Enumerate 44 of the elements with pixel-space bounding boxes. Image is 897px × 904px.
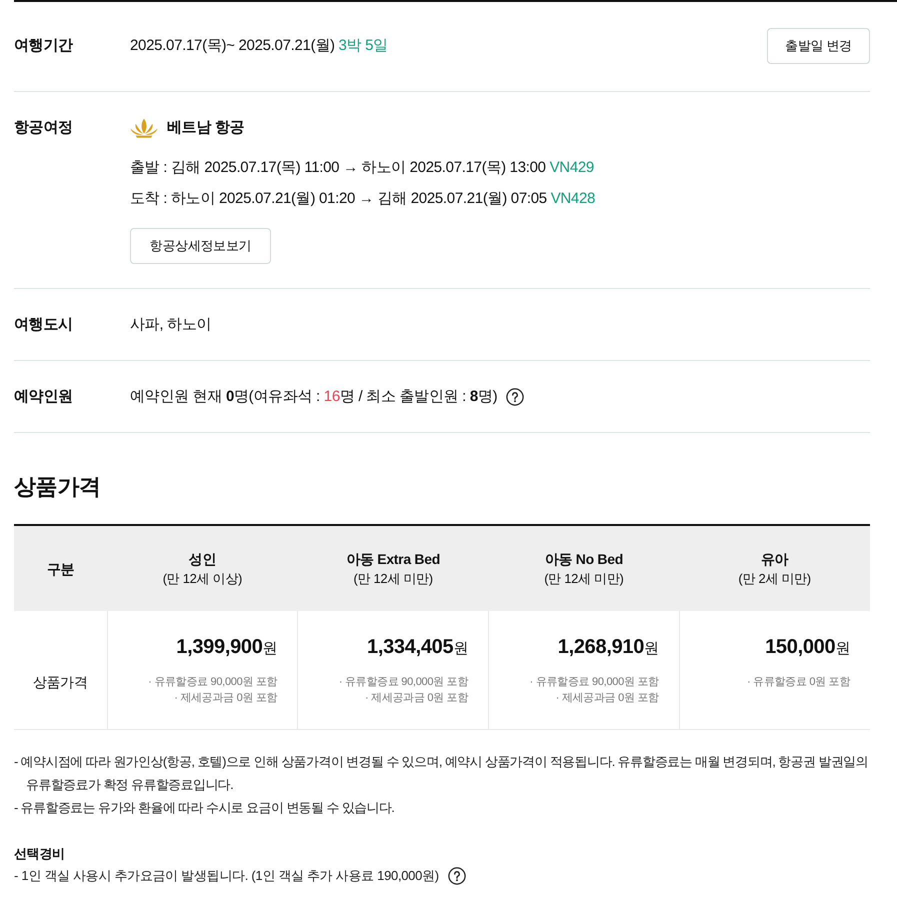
row-label: 예약인원 (14, 387, 74, 407)
price-note: · 제세공과금 0원 포함 (364, 691, 468, 706)
price-text: 150,000원 (764, 635, 850, 660)
help-icon[interactable] (506, 388, 524, 406)
airline-name: 베트남 항공 (167, 118, 244, 138)
notice-text: - 유류할증료는 유가와 환율에 따라 수시로 요금이 변동될 수 있습니다. (14, 798, 396, 816)
row-label: 항공여정 (14, 118, 74, 138)
help-icon[interactable] (448, 866, 466, 884)
price-note: · 유류할증료 90,000원 포함 (528, 675, 659, 690)
flight-route: 출발 : 김해 2025.07.17(목) 11:00 → 하노이 2025.07.17(목) 13:00 (130, 159, 546, 176)
section-title: 상품가격 (14, 473, 102, 501)
flight-number: VN428 (550, 190, 596, 207)
change-departure-button[interactable]: 출발일 변경 (767, 28, 870, 64)
price-text: 1,334,405원 (366, 635, 468, 660)
column-title: 구분 (46, 560, 76, 578)
price-note: · 제세공과금 0원 포함 (173, 691, 278, 706)
price-note: · 유류할증료 0원 포함 (746, 675, 850, 690)
price-text: 1,399,900원 (175, 635, 278, 660)
flight-details-button[interactable]: 항공상세정보보기 (130, 228, 271, 264)
row-value: 사파, 하노이 (130, 315, 212, 335)
travel-dates: 2025.07.17(목)~ 2025.07.21(월) (130, 37, 335, 54)
trip-duration: 3박 5일 (338, 37, 388, 54)
price-note: · 유류할증료 90,000원 포함 (338, 675, 468, 690)
price-note: · 제세공과금 0원 포함 (554, 691, 659, 706)
flight-route: 도착 : 하노이 2025.07.21(월) 01:20 → 김해 2025.07.21(월) 07:05 (130, 190, 547, 207)
column-title: 유아 (760, 550, 790, 568)
optional-cost-text: - 1인 객실 사용시 추가요금이 발생됩니다. (1인 객실 추가 사용료 190,000원) (14, 866, 439, 885)
lotus-icon (130, 117, 158, 139)
column-title: 아동 No Bed (544, 550, 624, 568)
price-note: · 유류할증료 90,000원 포함 (147, 675, 278, 690)
row-label: 여행도시 (14, 315, 74, 335)
flight-number: VN429 (550, 159, 594, 176)
column-subtitle: (만 12세 이상) (162, 570, 244, 588)
notice-text: - 예약시점에 따라 원가인상(항공, 호텔)으로 인해 상품가격이 변경될 수 있으며, 예약시 상품가격이 적용됩니다. 유류할증료는 매월 변경되며, 항공권 발권일의 유류할증료가 확정 유류할증료입니다. (14, 752, 869, 794)
row-label: 여행기간 (14, 36, 74, 56)
travelers-text: 예약인원 현재 0명(여유좌석 : 16명 / 최소 출발인원 : 8명) (130, 387, 498, 407)
column-subtitle: (만 12세 미만) (352, 570, 434, 588)
optional-costs-title: 선택경비 (14, 844, 66, 862)
column-subtitle: (만 12세 미만) (543, 570, 625, 588)
column-title: 아동 Extra Bed (345, 550, 441, 568)
column-subtitle: (만 2세 미만) (737, 570, 812, 588)
price-text: 1,268,910원 (556, 635, 659, 660)
column-title: 성인 (188, 550, 218, 568)
row-label: 상품가격 (14, 611, 107, 729)
